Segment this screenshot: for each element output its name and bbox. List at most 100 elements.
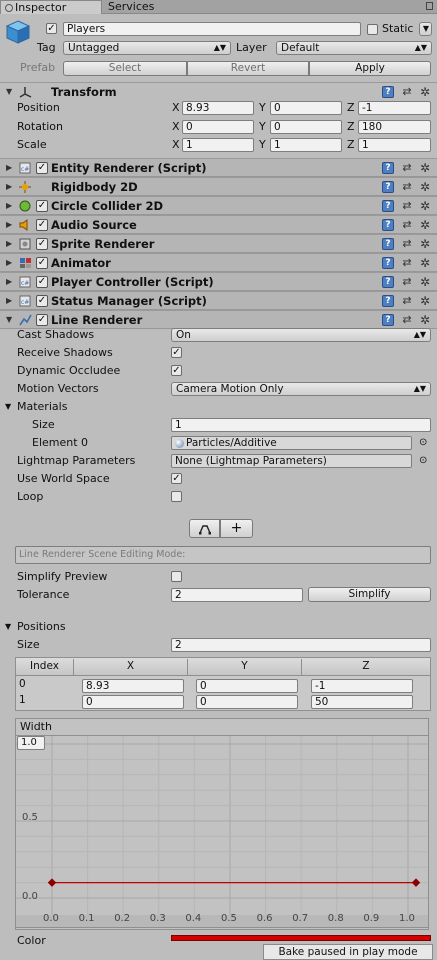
preset-icon[interactable]: ⇄ bbox=[401, 238, 413, 250]
preset-icon[interactable]: ⇄ bbox=[401, 295, 413, 307]
component-rigidbody-2d[interactable]: ▶ Rigidbody 2D ? ⇄ ✲ bbox=[0, 177, 437, 196]
foldout-closed-icon[interactable]: ▶ bbox=[6, 277, 12, 286]
foldout-closed-icon[interactable]: ▶ bbox=[6, 258, 12, 267]
tab-inspector[interactable]: Inspector bbox=[0, 0, 102, 14]
component-enabled-checkbox[interactable]: ✓ bbox=[36, 238, 48, 250]
help-icon[interactable]: ? bbox=[382, 86, 394, 98]
gear-icon[interactable]: ✲ bbox=[419, 86, 431, 98]
help-icon[interactable]: ? bbox=[382, 238, 394, 250]
preset-icon[interactable]: ⇄ bbox=[401, 276, 413, 288]
table-header-y[interactable]: Y bbox=[188, 659, 302, 676]
receive-shadows-checkbox[interactable]: ✓ bbox=[171, 347, 182, 358]
rotation-x-field[interactable]: 0 bbox=[182, 120, 254, 134]
tolerance-field[interactable]: 2 bbox=[171, 588, 303, 602]
row-z-field[interactable]: -1 bbox=[311, 679, 413, 693]
help-icon[interactable]: ? bbox=[382, 162, 394, 174]
help-icon[interactable]: ? bbox=[382, 295, 394, 307]
help-icon[interactable]: ? bbox=[382, 219, 394, 231]
gameobject-name-field[interactable]: Players bbox=[63, 22, 361, 36]
position-y-label[interactable]: Y bbox=[259, 101, 266, 115]
foldout-closed-icon[interactable]: ▶ bbox=[6, 201, 12, 210]
edit-points-button[interactable] bbox=[189, 519, 220, 538]
scale-y-field[interactable]: 1 bbox=[270, 138, 342, 152]
position-z-label[interactable]: Z bbox=[347, 101, 355, 115]
prefab-select-button[interactable]: Select bbox=[63, 61, 187, 76]
position-x-label[interactable]: X bbox=[172, 101, 180, 115]
component-status-manager[interactable]: ▶ c# ✓ Status Manager (Script) ? ⇄ ✲ bbox=[0, 291, 437, 310]
row-y-field[interactable]: 0 bbox=[196, 679, 298, 693]
prefab-revert-button[interactable]: Revert bbox=[187, 61, 309, 76]
gameobject-active-checkbox[interactable]: ✓ bbox=[46, 23, 57, 34]
help-icon[interactable]: ? bbox=[382, 276, 394, 288]
foldout-open-icon[interactable]: ▼ bbox=[6, 315, 12, 324]
component-enabled-checkbox[interactable]: ✓ bbox=[36, 257, 48, 269]
preset-icon[interactable]: ⇄ bbox=[401, 257, 413, 269]
help-icon[interactable]: ? bbox=[382, 257, 394, 269]
simplify-preview-checkbox[interactable] bbox=[171, 571, 182, 582]
component-enabled-checkbox[interactable]: ✓ bbox=[36, 200, 48, 212]
component-player-controller[interactable]: ▶ c# ✓ Player Controller (Script) ? ⇄ ✲ bbox=[0, 272, 437, 291]
positions-foldout-icon[interactable]: ▼ bbox=[5, 620, 11, 634]
element0-object-field[interactable]: Particles/Additive bbox=[171, 436, 412, 450]
component-animator[interactable]: ▶ ✓ Animator ? ⇄ ✲ bbox=[0, 253, 437, 272]
table-header-x[interactable]: X bbox=[74, 659, 188, 676]
component-enabled-checkbox[interactable]: ✓ bbox=[36, 162, 48, 174]
row-x-field[interactable]: 8.93 bbox=[82, 679, 184, 693]
dynamic-occludee-checkbox[interactable]: ✓ bbox=[171, 365, 182, 376]
component-enabled-checkbox[interactable]: ✓ bbox=[36, 276, 48, 288]
table-header-z[interactable]: Z bbox=[302, 659, 430, 676]
gear-icon[interactable]: ✲ bbox=[419, 276, 431, 288]
component-sprite-renderer[interactable]: ▶ ✓ Sprite Renderer ? ⇄ ✲ bbox=[0, 234, 437, 253]
row-z-field[interactable]: 50 bbox=[311, 695, 413, 709]
scale-x-label[interactable]: X bbox=[172, 138, 180, 152]
foldout-closed-icon[interactable]: ▶ bbox=[6, 182, 12, 191]
gear-icon[interactable]: ✲ bbox=[419, 181, 431, 193]
materials-size-field[interactable]: 1 bbox=[171, 418, 431, 432]
foldout-closed-icon[interactable]: ▶ bbox=[6, 163, 12, 172]
gear-icon[interactable]: ✲ bbox=[419, 219, 431, 231]
help-icon[interactable]: ? bbox=[382, 181, 394, 193]
rotation-z-field[interactable]: 180 bbox=[358, 120, 431, 134]
motion-vectors-dropdown[interactable]: Camera Motion Only ▲▼ bbox=[171, 382, 431, 396]
gear-icon[interactable]: ✲ bbox=[419, 257, 431, 269]
tab-services[interactable]: Services bbox=[104, 0, 174, 14]
gear-icon[interactable]: ✲ bbox=[419, 295, 431, 307]
foldout-closed-icon[interactable]: ▶ bbox=[6, 220, 12, 229]
gear-icon[interactable]: ✲ bbox=[419, 200, 431, 212]
row-x-field[interactable]: 0 bbox=[82, 695, 184, 709]
help-icon[interactable]: ? bbox=[382, 314, 394, 326]
width-curve-graph[interactable] bbox=[16, 736, 428, 927]
scale-z-label[interactable]: Z bbox=[347, 138, 355, 152]
component-entity-renderer[interactable]: ▶ c# ✓ Entity Renderer (Script) ? ⇄ ✲ bbox=[0, 158, 437, 177]
preset-icon[interactable]: ⇄ bbox=[401, 86, 413, 98]
component-circle-collider-2d[interactable]: ▶ ✓ Circle Collider 2D ? ⇄ ✲ bbox=[0, 196, 437, 215]
transform-header[interactable]: ▼ Transform ? ⇄ ✲ bbox=[0, 82, 437, 102]
help-icon[interactable]: ? bbox=[382, 200, 394, 212]
positions-size-field[interactable]: 2 bbox=[171, 638, 431, 652]
preset-icon[interactable]: ⇄ bbox=[401, 219, 413, 231]
scale-z-field[interactable]: 1 bbox=[358, 138, 431, 152]
preset-icon[interactable]: ⇄ bbox=[401, 200, 413, 212]
width-max-field[interactable]: 1.0 bbox=[17, 736, 45, 750]
object-picker-icon[interactable]: ⊙ bbox=[419, 454, 427, 468]
color-gradient-field[interactable] bbox=[171, 935, 431, 941]
static-dropdown[interactable]: ▼ bbox=[419, 22, 432, 36]
lock-icon[interactable] bbox=[426, 2, 433, 10]
table-header-index[interactable]: Index bbox=[16, 659, 74, 676]
position-z-field[interactable]: -1 bbox=[358, 101, 431, 115]
preset-icon[interactable]: ⇄ bbox=[401, 314, 413, 326]
component-audio-source[interactable]: ▶ ✓ Audio Source ? ⇄ ✲ bbox=[0, 215, 437, 234]
component-enabled-checkbox[interactable]: ✓ bbox=[36, 219, 48, 231]
materials-foldout-icon[interactable]: ▼ bbox=[5, 400, 11, 414]
layer-dropdown[interactable]: Default ▲▼ bbox=[276, 41, 432, 55]
gear-icon[interactable]: ✲ bbox=[419, 314, 431, 326]
rotation-y-field[interactable]: 0 bbox=[270, 120, 342, 134]
loop-checkbox[interactable] bbox=[171, 491, 182, 502]
width-curve-editor[interactable] bbox=[15, 735, 429, 928]
preset-icon[interactable]: ⇄ bbox=[401, 181, 413, 193]
row-y-field[interactable]: 0 bbox=[196, 695, 298, 709]
gear-icon[interactable]: ✲ bbox=[419, 162, 431, 174]
rotation-y-label[interactable]: Y bbox=[259, 120, 266, 134]
rotation-x-label[interactable]: X bbox=[172, 120, 180, 134]
foldout-closed-icon[interactable]: ▶ bbox=[6, 239, 12, 248]
